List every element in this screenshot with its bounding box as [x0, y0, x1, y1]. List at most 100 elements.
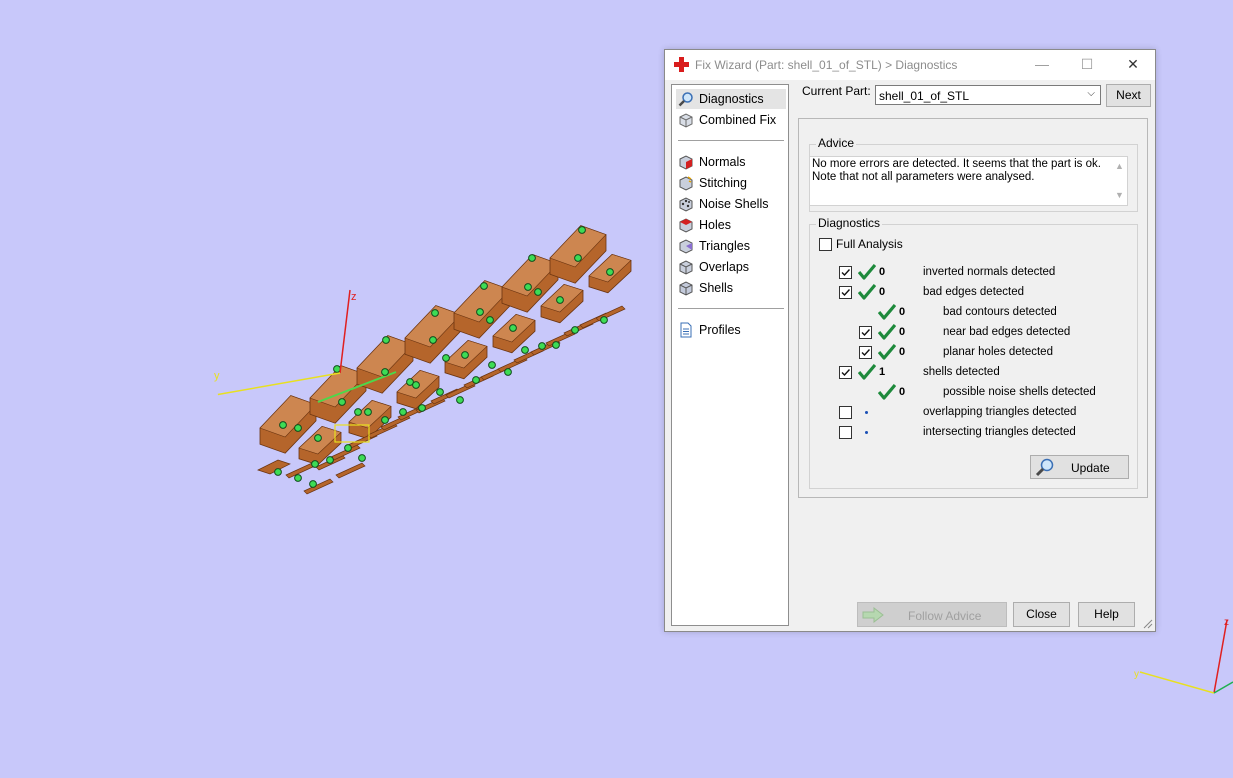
nav-item-label: Triangles	[699, 239, 750, 253]
marker-point	[538, 342, 546, 350]
nav-item-triangles[interactable]: Triangles	[676, 236, 786, 256]
advice-group-title: Advice	[816, 136, 857, 150]
diagnostic-label: near bad edges detected	[943, 326, 1071, 338]
nav-item-shells[interactable]: Shells	[676, 278, 786, 298]
green-check-icon	[858, 264, 876, 280]
next-button[interactable]: Next	[1106, 84, 1151, 107]
minimize-button[interactable]: —	[1031, 54, 1053, 74]
diagnostic-checkbox[interactable]	[839, 286, 852, 299]
marker-point	[431, 309, 439, 317]
triangles-cube-icon	[679, 239, 693, 254]
scroll-up-icon[interactable]: ▲	[1115, 161, 1124, 171]
advice-scrollbar[interactable]: ▲ ▼	[1111, 157, 1127, 205]
marker-point	[309, 480, 317, 488]
holes-cube-icon	[679, 218, 693, 233]
part-strip	[303, 478, 334, 495]
nav-item-label: Noise Shells	[699, 197, 769, 211]
marker-point	[606, 268, 614, 276]
nav-item-stitching[interactable]: Stitching	[676, 173, 786, 193]
diagnostic-checkbox[interactable]	[839, 406, 852, 419]
nav-item-diagnostics[interactable]: Diagnostics	[676, 89, 786, 109]
magnifier-icon	[678, 92, 693, 107]
diagnostic-label: inverted normals detected	[923, 266, 1056, 278]
shells-cube-icon	[679, 281, 693, 296]
diagnostic-count: 0	[899, 386, 906, 398]
full-analysis-checkbox[interactable]	[819, 238, 832, 251]
nav-item-label: Profiles	[699, 323, 741, 337]
chevron-down-icon: ⌵	[1087, 88, 1095, 99]
diagnostic-label: overlapping triangles detected	[923, 406, 1077, 418]
update-button-label: Update	[1071, 461, 1110, 475]
nav-item-profiles[interactable]: Profiles	[676, 320, 786, 340]
marker-point	[488, 361, 496, 369]
marker-point	[528, 254, 536, 262]
main-axis-y-label: y	[214, 370, 220, 382]
part-block-small	[492, 313, 536, 354]
nav-item-noise-shells[interactable]: Noise Shells	[676, 194, 786, 214]
marker-point	[294, 474, 302, 482]
diagnostic-checkbox[interactable]	[839, 426, 852, 439]
update-button[interactable]: Update	[1030, 455, 1129, 479]
marker-point	[552, 341, 560, 349]
green-check-icon	[858, 284, 876, 300]
diagnostic-count: 0	[879, 266, 886, 278]
checkmark-icon	[861, 329, 870, 337]
marker-point	[509, 324, 517, 332]
nav-item-label: Holes	[699, 218, 731, 232]
green-check-icon	[878, 344, 896, 360]
marker-point	[364, 408, 372, 416]
nav-item-label: Overlaps	[699, 260, 750, 274]
part-strip	[335, 462, 366, 479]
noise-shells-cube-icon	[679, 197, 693, 212]
diagnostic-count: 0	[899, 326, 906, 338]
corner-axis-y-label: y	[1134, 669, 1139, 680]
marker-point	[461, 351, 469, 359]
current-part-select[interactable]: shell_01_of_STL ⌵	[875, 85, 1101, 105]
scroll-down-icon[interactable]: ▼	[1115, 190, 1124, 200]
marker-point	[381, 416, 389, 424]
diagnostic-checkbox[interactable]	[839, 366, 852, 379]
nav-separator	[678, 308, 784, 309]
nav-item-label: Stitching	[699, 176, 747, 190]
diagnostic-count: 0	[879, 286, 886, 298]
marker-point	[486, 316, 494, 324]
resize-grip-icon[interactable]	[1143, 619, 1153, 629]
diagnostic-checkbox[interactable]	[859, 326, 872, 339]
nav-item-holes[interactable]: Holes	[676, 215, 786, 235]
diagnostic-checkbox[interactable]	[859, 346, 872, 359]
marker-point	[504, 368, 512, 376]
nav-item-combined-fix[interactable]: Combined Fix	[676, 110, 786, 130]
advice-textbox[interactable]: No more errors are detected. It seems th…	[809, 156, 1128, 206]
maximize-button[interactable]: ☐	[1076, 54, 1098, 74]
diagnostic-count: 1	[879, 366, 886, 378]
diagnostic-count: 0	[899, 306, 906, 318]
nav-item-normals[interactable]: Normals	[676, 152, 786, 172]
close-button[interactable]: Close	[1013, 602, 1070, 627]
close-window-button[interactable]: ✕	[1122, 54, 1144, 74]
diagnostic-count: 0	[899, 346, 906, 358]
follow-advice-label: Follow Advice	[908, 609, 982, 623]
status-dot	[865, 431, 868, 434]
advice-text: No more errors are detected. It seems th…	[812, 158, 1101, 183]
nav-separator	[678, 140, 784, 141]
green-check-icon	[858, 364, 876, 380]
title-bar[interactable]: Fix Wizard (Part: shell_01_of_STL) > Dia…	[665, 50, 1155, 80]
full-analysis-label: Full Analysis	[836, 237, 903, 251]
green-check-icon	[878, 324, 896, 340]
diagnostic-checkbox[interactable]	[839, 266, 852, 279]
diagnostic-label: bad contours detected	[943, 306, 1057, 318]
follow-advice-button[interactable]: Follow Advice	[857, 602, 1007, 627]
marker-point	[429, 336, 437, 344]
diagnostics-panel: Advice No more errors are detected. It s…	[798, 118, 1148, 498]
marker-point	[476, 308, 484, 316]
part-geometry[interactable]	[257, 225, 632, 495]
nav-item-overlaps[interactable]: Overlaps	[676, 257, 786, 277]
marker-point	[274, 468, 282, 476]
status-dot	[865, 411, 868, 414]
marker-point	[412, 381, 420, 389]
marker-point	[338, 398, 346, 406]
marker-point	[521, 346, 529, 354]
marker-point	[358, 454, 366, 462]
overlaps-cube-icon	[679, 260, 693, 275]
help-button[interactable]: Help	[1078, 602, 1135, 627]
